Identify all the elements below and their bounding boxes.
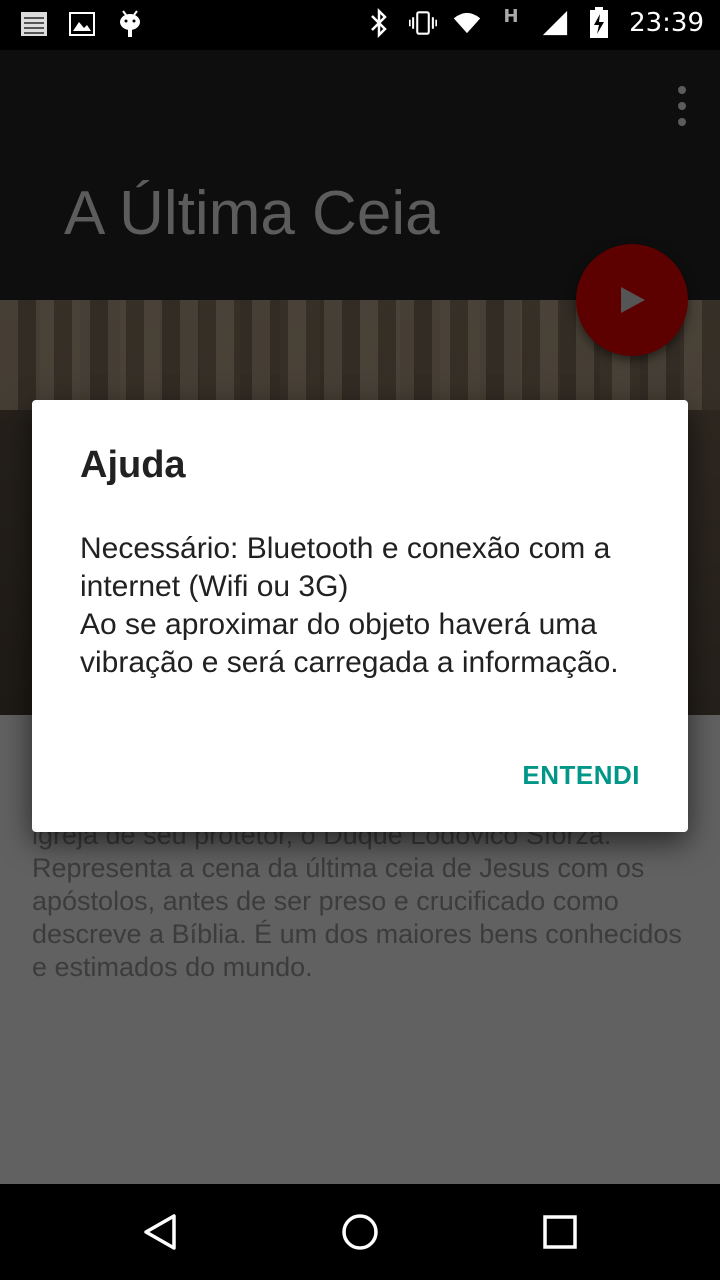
page-title: A Última Ceia — [64, 179, 440, 248]
clock: 23:39 — [629, 8, 704, 38]
bluetooth-icon — [365, 8, 393, 38]
battery-charging-icon — [585, 7, 613, 38]
dialog-message: Necessário: Bluetooth e conexão com a in… — [80, 532, 619, 679]
help-dialog: Ajuda Necessário: Bluetooth e conexão co… — [32, 400, 688, 832]
vibrate-icon — [409, 9, 438, 37]
navigation-bar — [0, 1184, 720, 1280]
more-options-icon[interactable] — [670, 86, 694, 126]
signal-icon — [541, 9, 569, 37]
dialog-title: Ajuda — [80, 444, 186, 486]
network-type-label: H — [503, 5, 519, 27]
status-bar: H 23:39 — [0, 0, 720, 50]
home-button[interactable] — [336, 1208, 384, 1256]
back-icon — [144, 1214, 176, 1250]
notes-icon — [20, 10, 48, 38]
play-button[interactable] — [576, 244, 688, 356]
recents-button[interactable] — [536, 1208, 584, 1256]
android-icon — [116, 10, 144, 38]
understood-button[interactable]: ENTENDI — [522, 760, 640, 791]
play-icon — [621, 287, 645, 313]
artwork-description: igreja de seu protetor, o Duque Lodovico… — [32, 820, 682, 982]
wifi-icon — [453, 9, 481, 37]
recents-icon — [543, 1215, 577, 1249]
back-button[interactable] — [136, 1208, 184, 1256]
image-icon — [68, 10, 96, 38]
home-icon — [342, 1214, 378, 1250]
